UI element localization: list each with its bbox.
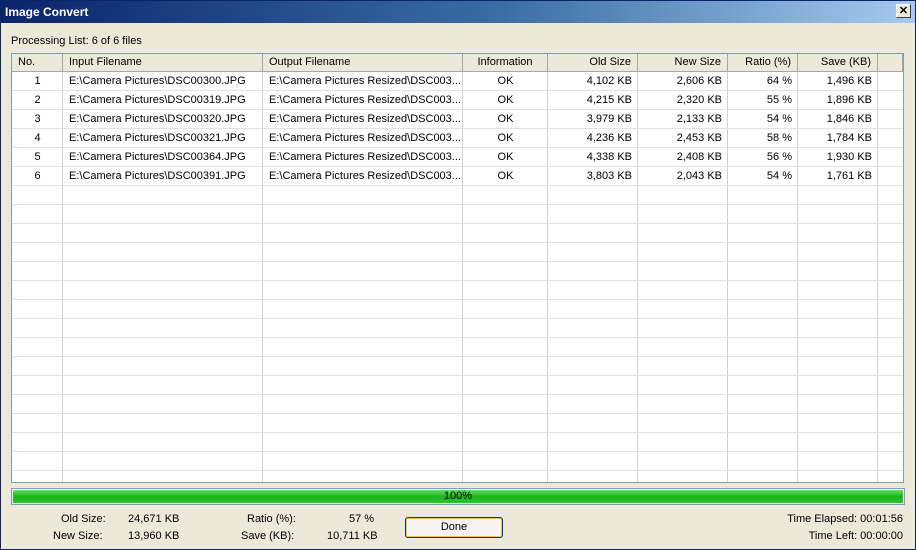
grid-row-divider (12, 318, 903, 319)
col-input-filename-cell: E:\Camera Pictures\DSC00391.JPG (69, 170, 246, 182)
col-old-size-cell: 3,803 KB (586, 170, 632, 182)
table-row[interactable]: 5 E:\Camera Pictures\DSC00364.JPG E:\Camer… (12, 148, 903, 167)
col-output-filename-cell: E:\Camera Pictures Resized\DSC003... (269, 170, 461, 182)
save-label: Save (KB): (241, 530, 295, 542)
progress-bar: 100% (11, 488, 905, 505)
grid-row-divider (12, 261, 903, 262)
grid-row-divider (12, 223, 903, 224)
col-save-cell: 1,846 KB (826, 113, 872, 125)
col-old-size-cell: 4,215 KB (586, 94, 632, 106)
table-row[interactable]: 3 E:\Camera Pictures\DSC00320.JPG E:\Camer… (12, 110, 903, 129)
col-ratio-cell: 58 % (766, 132, 792, 144)
col-new-size-cell: 2,606 KB (676, 75, 722, 87)
col-old-size-cell: 4,102 KB (586, 75, 632, 87)
col-output-filename-cell: E:\Camera Pictures Resized\DSC003... (269, 151, 461, 163)
col-input-filename-cell: E:\Camera Pictures\DSC00320.JPG (69, 113, 246, 125)
time-elapsed: Time Elapsed: 00:01:56 (787, 513, 903, 525)
col-ratio-cell: 54 % (766, 113, 792, 125)
old-size-value: 24,671 KB (128, 513, 180, 525)
col-output-filename-cell: E:\Camera Pictures Resized\DSC003... (269, 94, 461, 106)
col-new-size-cell: 2,408 KB (676, 151, 722, 163)
table-header: No. Input Filename Output Filename Informat… (12, 54, 903, 72)
col-information-header[interactable]: Information (463, 54, 548, 71)
grid-row-divider (12, 356, 903, 357)
col-ratio-cell: 56 % (766, 151, 792, 163)
old-size-label: Old Size: (61, 513, 106, 525)
table-row[interactable]: 1 E:\Camera Pictures\DSC00300.JPG E:\Camer… (12, 72, 903, 91)
ratio-label: Ratio (%): (247, 513, 296, 525)
col-save-header[interactable]: Save (KB) (798, 54, 878, 71)
col-input-filename-cell: E:\Camera Pictures\DSC00364.JPG (69, 151, 246, 163)
done-button[interactable]: Done (405, 517, 503, 538)
col-output-filename-cell: E:\Camera Pictures Resized\DSC003... (269, 113, 461, 125)
ratio-value: 57 % (349, 513, 375, 525)
col-no-header[interactable]: No. (12, 54, 63, 71)
col-old-size-cell: 4,338 KB (586, 151, 632, 163)
col-save-cell: 1,761 KB (826, 170, 872, 182)
col-no-cell: 5 (34, 151, 41, 163)
table-row[interactable]: 4 E:\Camera Pictures\DSC00321.JPG E:\Camer… (12, 129, 903, 148)
col-input-filename-cell: E:\Camera Pictures\DSC00300.JPG (69, 75, 246, 87)
col-ratio-header[interactable]: Ratio (%) (728, 54, 798, 71)
grid-row-divider (12, 451, 903, 452)
grid-row-divider (12, 413, 903, 414)
col-input-filename-cell: E:\Camera Pictures\DSC00319.JPG (69, 94, 246, 106)
col-output-filename-header[interactable]: Output Filename (263, 54, 463, 71)
col-no-cell: 6 (34, 170, 41, 182)
grid-row-divider (12, 432, 903, 433)
col-output-filename-cell: E:\Camera Pictures Resized\DSC003... (269, 132, 461, 144)
col-no-cell: 3 (34, 113, 41, 125)
col-information-cell: OK (497, 113, 514, 125)
col-information-cell: OK (497, 94, 514, 106)
col-save-cell: 1,930 KB (826, 151, 872, 163)
grid-row-divider (12, 337, 903, 338)
col-information-cell: OK (497, 170, 514, 182)
close-icon: ✕ (898, 5, 909, 17)
col-old-size-header[interactable]: Old Size (548, 54, 638, 71)
col-no-cell: 1 (34, 75, 41, 87)
progress-label: 100% (443, 490, 473, 502)
col-new-size-cell: 2,133 KB (676, 113, 722, 125)
image-convert-window: Image Convert ✕ Processing List: 6 of 6 … (0, 0, 916, 550)
col-no-cell: 4 (34, 132, 41, 144)
grid-row-divider (12, 394, 903, 395)
processing-table[interactable]: No. Input Filename Output Filename Informat… (11, 53, 904, 483)
time-left: Time Left: 00:00:00 (808, 530, 903, 542)
grid-row-divider (12, 242, 903, 243)
table-row[interactable]: 2 E:\Camera Pictures\DSC00319.JPG E:\Camer… (12, 91, 903, 110)
col-new-size-cell: 2,453 KB (676, 132, 722, 144)
grid-row-divider (12, 299, 903, 300)
header-filler (878, 54, 903, 71)
title-bar[interactable]: Image Convert ✕ (1, 1, 915, 23)
col-no-cell: 2 (34, 94, 41, 106)
close-button[interactable]: ✕ (896, 4, 911, 18)
col-information-cell: OK (497, 132, 514, 144)
col-ratio-cell: 55 % (766, 94, 792, 106)
col-save-cell: 1,496 KB (826, 75, 872, 87)
grid-row-divider (12, 204, 903, 205)
col-information-cell: OK (497, 75, 514, 87)
new-size-value: 13,960 KB (128, 530, 180, 542)
col-new-size-cell: 2,320 KB (676, 94, 722, 106)
col-save-cell: 1,784 KB (826, 132, 872, 144)
col-old-size-cell: 4,236 KB (586, 132, 632, 144)
col-information-cell: OK (497, 151, 514, 163)
col-ratio-cell: 54 % (766, 170, 792, 182)
save-value: 10,711 KB (327, 530, 378, 542)
new-size-label: New Size: (53, 530, 103, 542)
grid-row-divider (12, 470, 903, 471)
col-save-cell: 1,896 KB (826, 94, 872, 106)
col-new-size-cell: 2,043 KB (676, 170, 722, 182)
col-input-filename-cell: E:\Camera Pictures\DSC00321.JPG (69, 132, 246, 144)
col-input-filename-header[interactable]: Input Filename (63, 54, 263, 71)
grid-row-divider (12, 280, 903, 281)
col-output-filename-cell: E:\Camera Pictures Resized\DSC003... (269, 75, 461, 87)
col-new-size-header[interactable]: New Size (638, 54, 728, 71)
col-ratio-cell: 64 % (766, 75, 792, 87)
grid-row-divider (12, 375, 903, 376)
processing-list-label: Processing List: 6 of 6 files (11, 35, 142, 47)
window-title: Image Convert (5, 5, 89, 19)
col-old-size-cell: 3,979 KB (586, 113, 632, 125)
table-row[interactable]: 6 E:\Camera Pictures\DSC00391.JPG E:\Camer… (12, 167, 903, 186)
